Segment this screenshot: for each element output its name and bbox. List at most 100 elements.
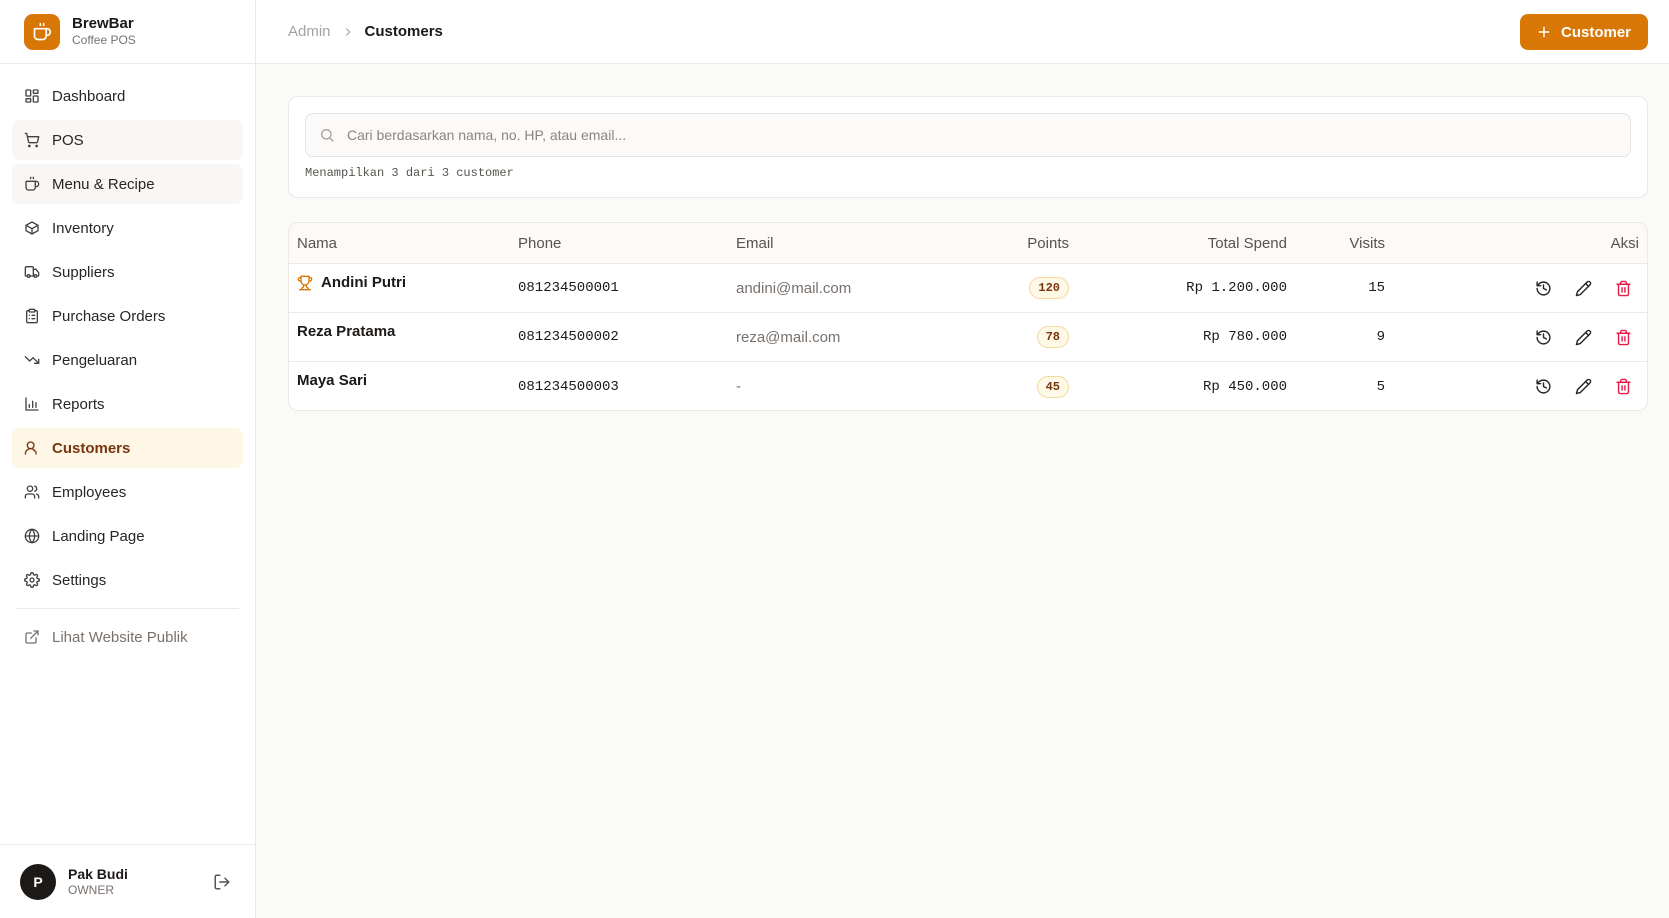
column-header-visits: Visits bbox=[1349, 234, 1385, 252]
customer-total-spend: Rp 780.000 bbox=[1202, 329, 1287, 345]
customer-email: - bbox=[736, 378, 741, 395]
add-customer-label: Customer bbox=[1560, 23, 1631, 41]
user-group-icon bbox=[24, 485, 40, 499]
user-name: Pak Budi bbox=[68, 865, 128, 882]
trending-down-icon bbox=[24, 356, 40, 364]
gear-icon bbox=[24, 572, 40, 588]
sidebar: BrewBar Coffee POS Dashboard POS Menu & … bbox=[0, 0, 256, 918]
cart-icon bbox=[24, 132, 40, 148]
sidebar-item-reports[interactable]: Reports bbox=[12, 384, 243, 424]
column-header-total-spend: Total Spend bbox=[1207, 234, 1287, 252]
sidebar-item-dashboard[interactable]: Dashboard bbox=[12, 76, 243, 116]
row-actions bbox=[1515, 313, 1635, 361]
sidebar-item-employees[interactable]: Employees bbox=[12, 472, 243, 512]
sidebar-item-label: Purchase Orders bbox=[52, 307, 166, 325]
edit-button[interactable] bbox=[1571, 325, 1595, 349]
delete-button[interactable] bbox=[1611, 375, 1635, 399]
column-header-phone: Phone bbox=[518, 234, 562, 252]
user-role: OWNER bbox=[68, 882, 114, 897]
sidebar-divider bbox=[16, 608, 239, 609]
sidebar-item-label: Suppliers bbox=[52, 263, 115, 281]
trash-icon bbox=[1615, 329, 1631, 345]
sidebar-item-label: Inventory bbox=[52, 219, 114, 237]
coffee-icon bbox=[25, 176, 40, 191]
sidebar-item-label: Customers bbox=[52, 439, 131, 457]
plus-icon bbox=[1538, 26, 1550, 38]
brand[interactable]: BrewBar Coffee POS bbox=[0, 0, 255, 64]
logout-button[interactable] bbox=[213, 873, 231, 891]
customer-total-spend: Rp 450.000 bbox=[1202, 378, 1287, 395]
edit-button[interactable] bbox=[1571, 276, 1595, 300]
sidebar-item-label: Settings bbox=[52, 571, 107, 589]
breadcrumb-current: Customers bbox=[364, 23, 443, 40]
customers-table: Nama Phone Email Points Total Spend Visi… bbox=[288, 222, 1648, 411]
customer-phone: 081234500003 bbox=[518, 378, 619, 395]
sidebar-item-suppliers[interactable]: Suppliers bbox=[12, 252, 243, 292]
customer-visits: 5 bbox=[1376, 378, 1385, 395]
search-box[interactable] bbox=[305, 113, 1631, 157]
brand-name: BrewBar bbox=[72, 15, 134, 32]
history-icon bbox=[1535, 329, 1551, 345]
bar-chart-icon bbox=[25, 397, 39, 411]
logout-icon bbox=[214, 874, 230, 890]
result-count: Menampilkan 3 dari 3 customer bbox=[305, 166, 514, 180]
customer-phone: 081234500002 bbox=[518, 329, 619, 345]
points-badge: 45 bbox=[1036, 375, 1069, 398]
customer-visits: 15 bbox=[1368, 280, 1385, 296]
sidebar-item-inventory[interactable]: Inventory bbox=[12, 208, 243, 248]
edit-button[interactable] bbox=[1571, 375, 1595, 399]
customer-email: andini@mail.com bbox=[736, 279, 852, 297]
avatar[interactable]: P bbox=[20, 863, 56, 900]
truck-icon bbox=[24, 266, 40, 278]
history-button[interactable] bbox=[1531, 325, 1555, 349]
sidebar-item-purchase-orders[interactable]: Purchase Orders bbox=[12, 296, 243, 336]
column-header-name: Nama bbox=[297, 234, 338, 252]
chevron-right-icon bbox=[341, 25, 355, 39]
sidebar-item-customers[interactable]: Customers bbox=[12, 428, 243, 468]
sidebar-item-label: Dashboard bbox=[52, 87, 126, 105]
customer-phone: 081234500001 bbox=[518, 280, 619, 296]
sidebar-nav: Dashboard POS Menu & Recipe Inventory Su… bbox=[0, 64, 255, 657]
users-icon bbox=[24, 441, 37, 455]
history-button[interactable] bbox=[1531, 375, 1555, 399]
delete-button[interactable] bbox=[1611, 325, 1635, 349]
history-button[interactable] bbox=[1531, 276, 1555, 300]
sidebar-item-public-website[interactable]: Lihat Website Publik bbox=[12, 617, 243, 657]
brand-subtitle: Coffee POS bbox=[72, 33, 136, 47]
sidebar-item-settings[interactable]: Settings bbox=[12, 560, 243, 600]
external-link-icon bbox=[25, 630, 39, 644]
sidebar-item-pos[interactable]: POS bbox=[12, 120, 243, 160]
history-icon bbox=[1535, 280, 1551, 296]
clipboard-icon bbox=[26, 308, 38, 324]
points-badge: 78 bbox=[1036, 326, 1069, 348]
column-header-points: Points bbox=[1027, 234, 1069, 252]
customer-name: Maya Sari bbox=[297, 372, 368, 389]
points-badge: 120 bbox=[1029, 277, 1069, 299]
pencil-icon bbox=[1575, 378, 1591, 395]
search-icon bbox=[321, 129, 334, 142]
dashboard-icon bbox=[25, 89, 39, 103]
table-row: Andini Putri 081234500001 andini@mail.co… bbox=[289, 264, 1647, 313]
pencil-icon bbox=[1575, 329, 1591, 345]
search-card: Menampilkan 3 dari 3 customer bbox=[288, 96, 1648, 198]
sidebar-item-label: Employees bbox=[52, 483, 127, 501]
customer-total-spend: Rp 1.200.000 bbox=[1186, 280, 1287, 296]
add-customer-button[interactable]: Customer bbox=[1519, 14, 1648, 50]
customer-name: Andini Putri bbox=[321, 274, 406, 291]
sidebar-item-pengeluaran[interactable]: Pengeluaran bbox=[12, 340, 243, 380]
table-header: Nama Phone Email Points Total Spend Visi… bbox=[289, 223, 1647, 264]
sidebar-item-landing-page[interactable]: Landing Page bbox=[12, 516, 243, 556]
sidebar-item-label: Landing Page bbox=[52, 527, 145, 545]
search-input[interactable] bbox=[347, 127, 1607, 143]
sidebar-item-menu-recipe[interactable]: Menu & Recipe bbox=[12, 164, 243, 204]
customer-name: Reza Pratama bbox=[297, 323, 396, 340]
customer-visits: 9 bbox=[1376, 329, 1385, 345]
coffee-logo-icon bbox=[24, 13, 60, 50]
column-header-email: Email bbox=[736, 234, 774, 252]
sidebar-item-label: Reports bbox=[52, 395, 105, 413]
trash-icon bbox=[1615, 378, 1631, 395]
breadcrumb-admin[interactable]: Admin bbox=[288, 23, 331, 40]
pencil-icon bbox=[1575, 280, 1591, 296]
history-icon bbox=[1535, 379, 1551, 394]
delete-button[interactable] bbox=[1611, 276, 1635, 300]
